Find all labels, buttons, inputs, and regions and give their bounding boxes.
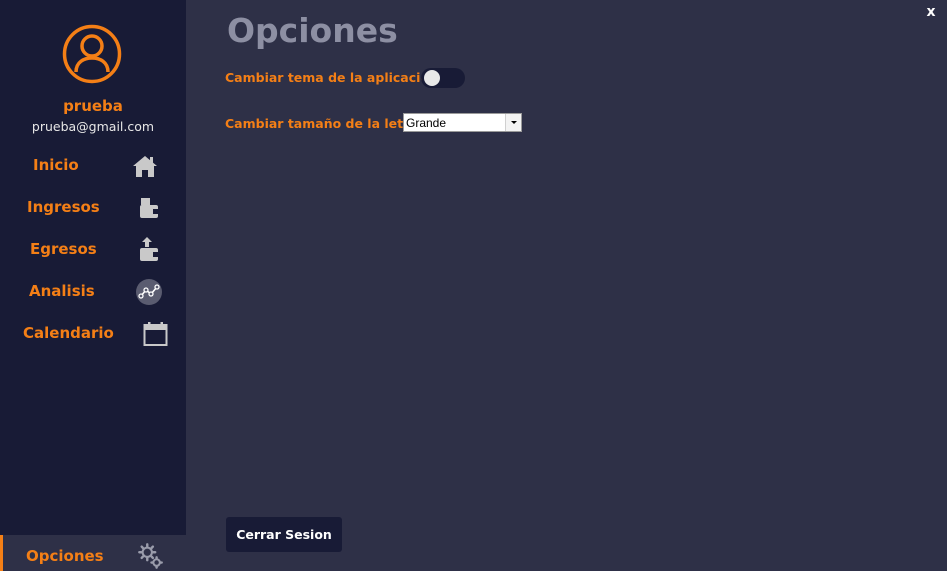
sidebar-item-label: Calendario: [23, 324, 114, 342]
sidebar-item-analisis[interactable]: Analisis: [0, 272, 186, 312]
theme-toggle[interactable]: [421, 68, 465, 88]
font-size-select[interactable]: Grande: [403, 113, 522, 132]
sidebar-item-label: Ingresos: [27, 198, 100, 216]
sidebar-item-opciones[interactable]: Opciones: [0, 535, 186, 571]
theme-toggle-label: Cambiar tema de la aplicacion: [225, 70, 438, 85]
sidebar-item-label: Opciones: [26, 547, 104, 565]
close-button[interactable]: x: [923, 4, 939, 24]
font-size-label: Cambiar tamaño de la letra: [225, 116, 418, 131]
font-size-select-value: Grande: [406, 116, 447, 130]
sidebar-item-label: Analisis: [29, 282, 95, 300]
sidebar-item-label: Inicio: [33, 156, 79, 174]
user-name: prueba: [63, 97, 123, 115]
sidebar-item-egresos[interactable]: Egresos: [0, 230, 186, 270]
app-window: prueba prueba@gmail.com Inicio Ingresos …: [0, 0, 947, 571]
wallet-out-icon: [140, 237, 158, 261]
home-icon: [133, 156, 157, 177]
sidebar-item-label: Egresos: [30, 240, 97, 258]
sidebar-item-calendario[interactable]: Calendario: [0, 314, 186, 354]
user-avatar-icon: [62, 24, 122, 84]
page-title: Opciones: [227, 11, 398, 50]
user-email: prueba@gmail.com: [31, 119, 155, 134]
toggle-knob: [424, 70, 440, 86]
sidebar-item-ingresos[interactable]: Ingresos: [0, 188, 186, 228]
logout-button[interactable]: Cerrar Sesion: [226, 517, 342, 552]
sidebar-item-inicio[interactable]: Inicio: [0, 146, 186, 186]
analytics-icon: [136, 279, 162, 305]
gears-icon: [138, 543, 163, 569]
wallet-in-icon: [140, 198, 158, 218]
chevron-down-icon[interactable]: [505, 114, 521, 131]
calendar-icon: [143, 322, 168, 346]
sidebar: prueba prueba@gmail.com Inicio Ingresos …: [0, 0, 186, 571]
